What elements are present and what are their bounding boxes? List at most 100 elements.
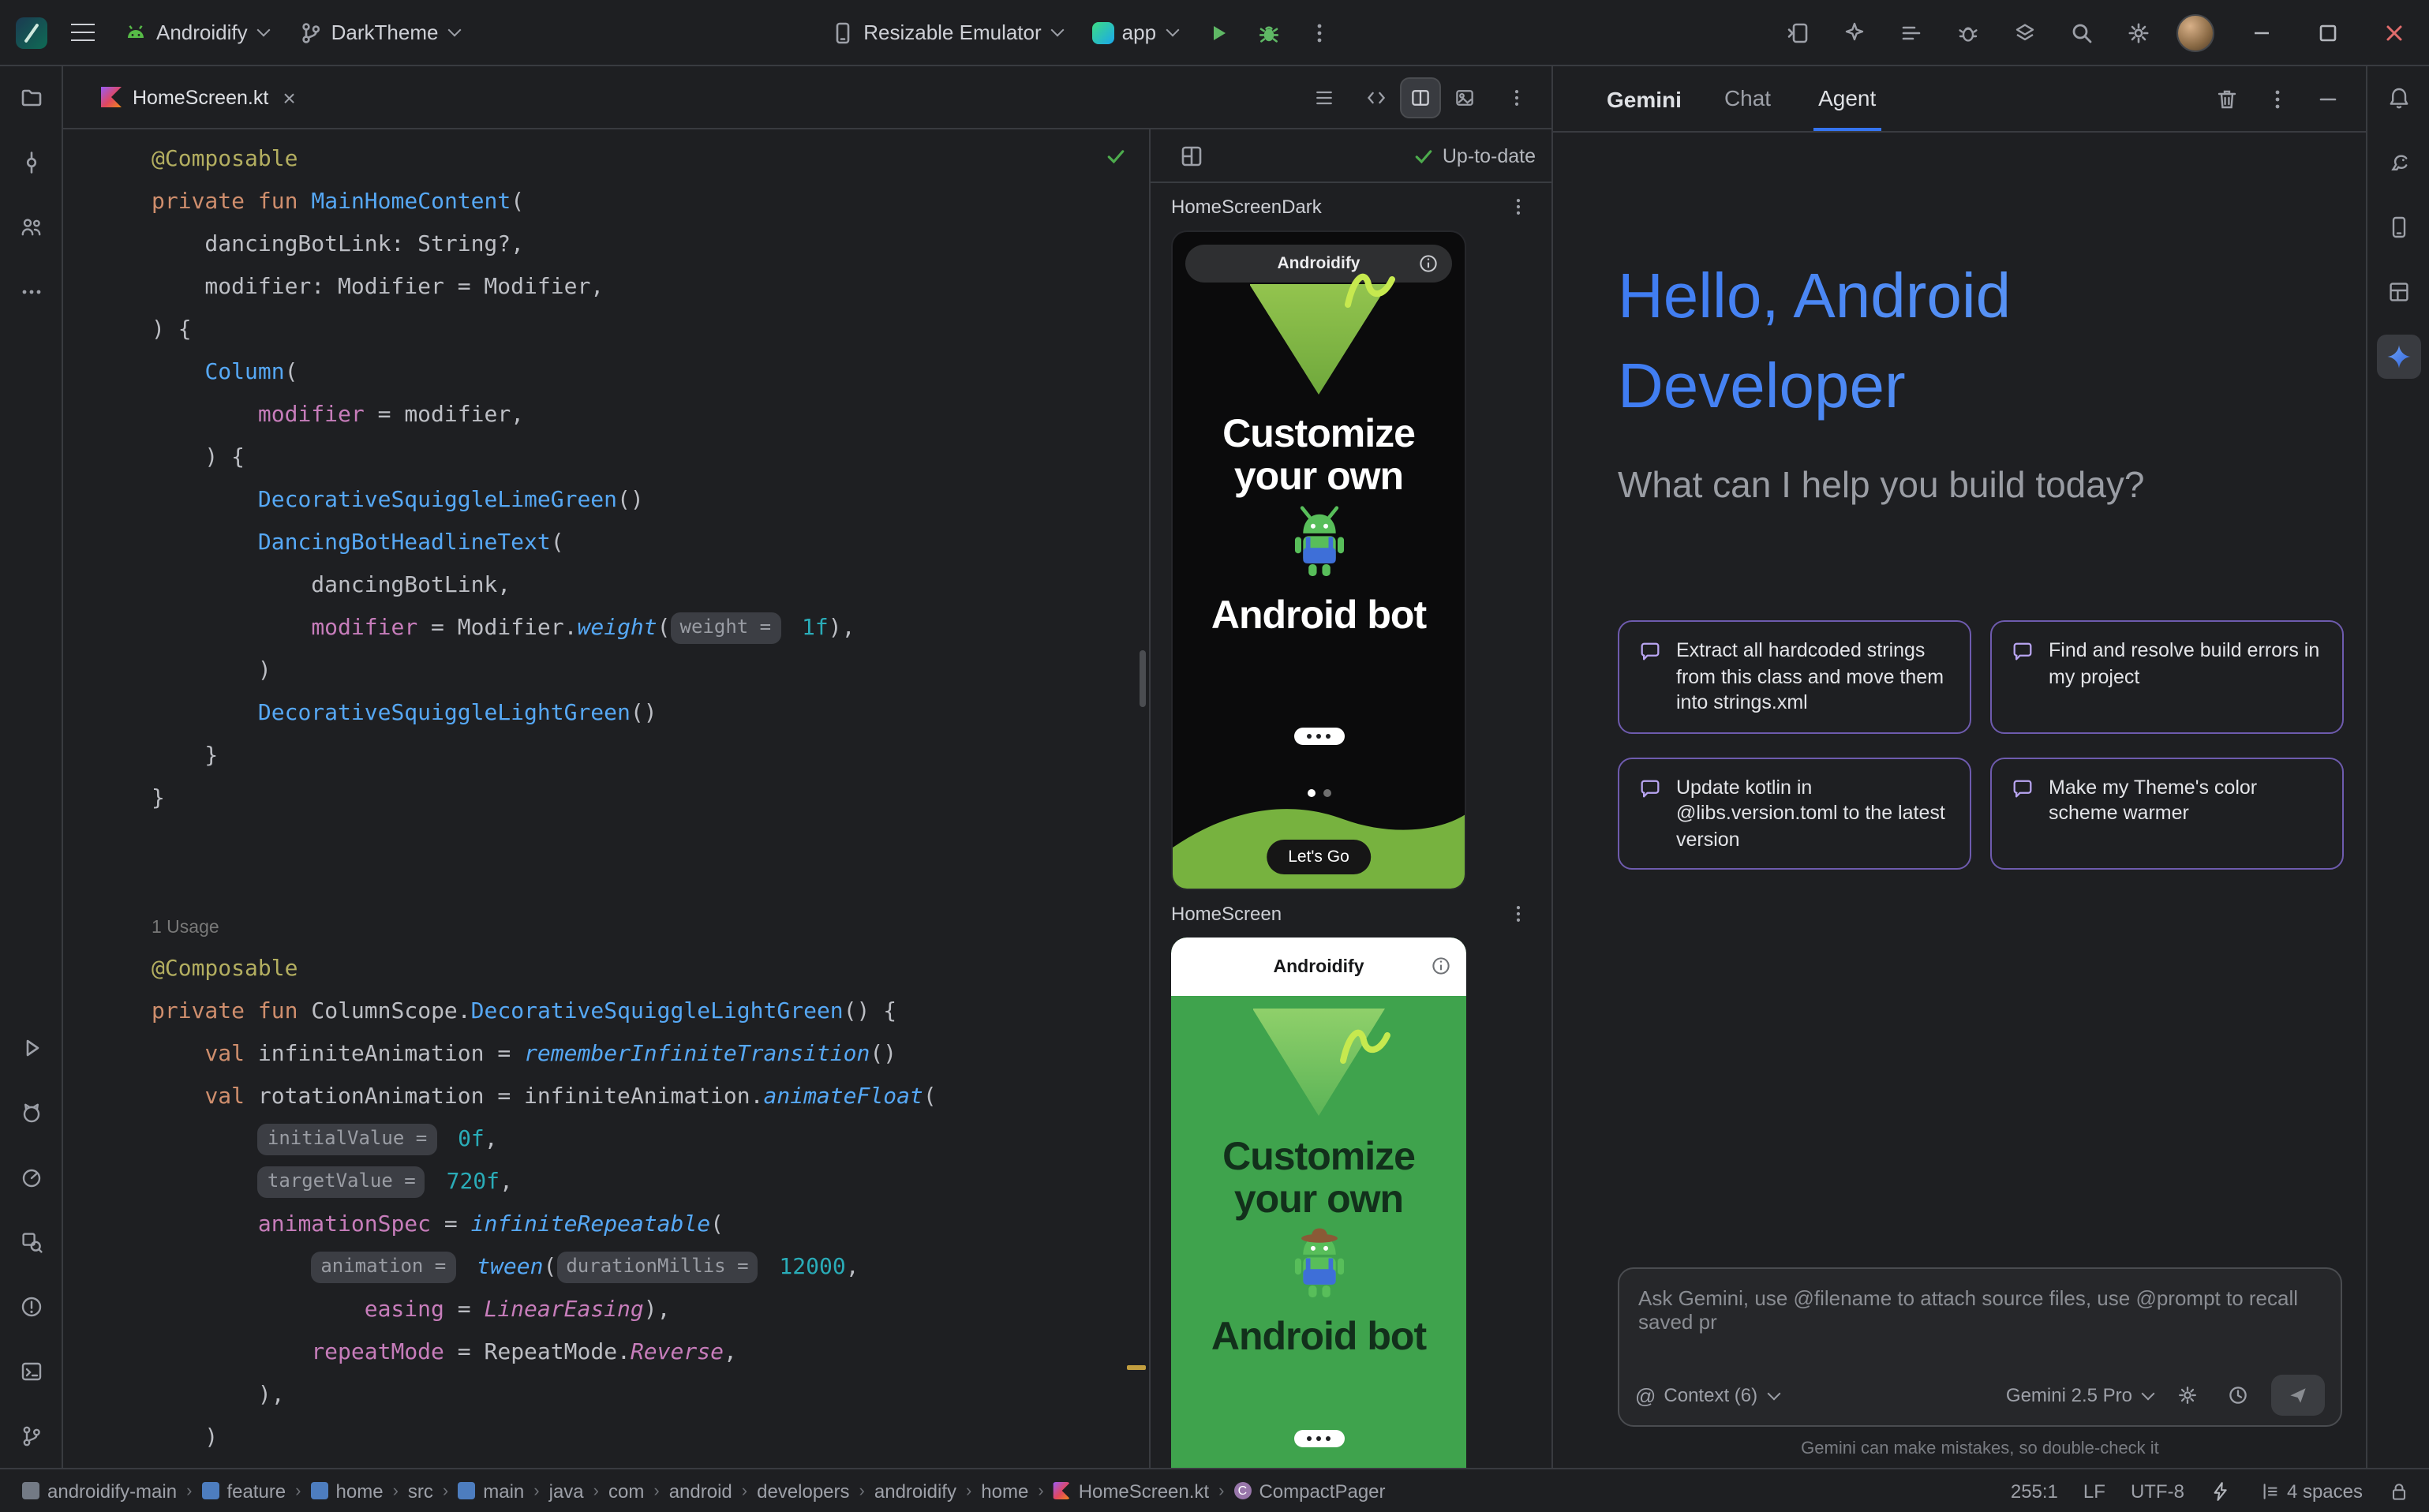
- code-line[interactable]: }: [152, 778, 1149, 821]
- code-line[interactable]: initialValue = 0f,: [152, 1119, 1149, 1162]
- breadcrumb-item[interactable]: android: [669, 1480, 732, 1502]
- app-inspection-tool-button[interactable]: [9, 1220, 53, 1264]
- more-tools-button[interactable]: [9, 270, 53, 314]
- lets-go-button[interactable]: Let's Go: [1266, 840, 1372, 874]
- logcat-tool-button[interactable]: [9, 1091, 53, 1135]
- editor-tab-homescreen[interactable]: HomeScreen.kt ×: [88, 66, 309, 128]
- code-line[interactable]: ),: [152, 1375, 1149, 1417]
- window-maximize-button[interactable]: [2306, 10, 2350, 54]
- breadcrumb-item[interactable]: androidify: [874, 1480, 956, 1502]
- code-line[interactable]: 1 Usage: [152, 906, 1149, 949]
- preview-menu-button[interactable]: [1501, 896, 1536, 931]
- breadcrumb-item[interactable]: feature: [201, 1480, 286, 1502]
- gradle-tool-button[interactable]: [2376, 140, 2420, 185]
- code-editor[interactable]: @Composableprivate fun MainHomeContent( …: [63, 129, 1149, 1468]
- code-line[interactable]: ) {: [152, 309, 1149, 352]
- tab-chat[interactable]: Chat: [1720, 66, 1776, 131]
- breadcrumb-item[interactable]: main: [458, 1480, 524, 1502]
- gemini-input-box[interactable]: @ Context (6) Gemini 2.5 Pro: [1618, 1267, 2342, 1427]
- layout-inspector-tool-button[interactable]: [2376, 270, 2420, 314]
- vcs-branch-selector[interactable]: DarkTheme: [287, 13, 472, 51]
- breadcrumb-item[interactable]: home: [311, 1480, 384, 1502]
- file-structure-button[interactable]: [1302, 75, 1346, 119]
- code-line[interactable]: DecorativeSquiggleLimeGreen(): [152, 480, 1149, 522]
- tab-close-icon[interactable]: ×: [283, 86, 295, 108]
- preview-homescreen[interactable]: Androidify Customizeyour own: [1171, 938, 1466, 1468]
- run-config-selector[interactable]: app: [1081, 14, 1189, 51]
- readonly-toggle[interactable]: [2388, 1480, 2410, 1502]
- history-button[interactable]: [2221, 1378, 2255, 1413]
- code-line[interactable]: [152, 821, 1149, 863]
- breadcrumb-item[interactable]: home: [981, 1480, 1028, 1502]
- breadcrumb-item[interactable]: java: [549, 1480, 584, 1502]
- breadcrumb-item[interactable]: HomeScreen.kt: [1054, 1480, 1209, 1502]
- editor-scrollbar[interactable]: [1140, 650, 1146, 707]
- suggestion-card-theme-warmer[interactable]: Make my Theme's color scheme warmer: [1990, 757, 2344, 870]
- code-line[interactable]: ) {: [152, 437, 1149, 480]
- run-tool-button[interactable]: [9, 1026, 53, 1070]
- project-tool-button[interactable]: [9, 76, 53, 120]
- gemini-prompt-input[interactable]: [1629, 1275, 2331, 1375]
- line-separator[interactable]: LF: [2083, 1480, 2105, 1502]
- device-manager-tool-button[interactable]: [2376, 205, 2420, 249]
- inspections-passed-icon[interactable]: [1105, 145, 1127, 175]
- task-list-button[interactable]: [1889, 10, 1933, 54]
- preview-layout-button[interactable]: [1170, 133, 1214, 178]
- split-view-button[interactable]: [1400, 77, 1441, 118]
- problems-tool-button[interactable]: [9, 1285, 53, 1329]
- caret-position[interactable]: 255:1: [2011, 1480, 2058, 1502]
- profile-avatar[interactable]: [2173, 10, 2218, 54]
- layers-button[interactable]: [2003, 10, 2047, 54]
- clear-chat-button[interactable]: [2205, 77, 2249, 121]
- window-close-button[interactable]: [2372, 10, 2416, 54]
- run-button[interactable]: [1196, 10, 1240, 54]
- hide-panel-button[interactable]: [2306, 77, 2350, 121]
- code-line[interactable]: easing = LinearEasing),: [152, 1289, 1149, 1332]
- project-selector[interactable]: Androidify: [112, 13, 281, 51]
- preview-menu-button[interactable]: [1501, 189, 1536, 224]
- debug-button[interactable]: [1246, 10, 1290, 54]
- settings-button[interactable]: [2116, 10, 2161, 54]
- code-line[interactable]: [152, 863, 1149, 906]
- code-line[interactable]: }: [152, 735, 1149, 778]
- search-everywhere-button[interactable]: [2060, 10, 2104, 54]
- code-line[interactable]: modifier: Modifier = Modifier,: [152, 267, 1149, 309]
- preview-scroll-area[interactable]: HomeScreenDark Androidify Customizeyour …: [1151, 183, 1551, 1468]
- power-mode-indicator[interactable]: [2210, 1480, 2232, 1502]
- gemini-settings-button[interactable]: [2170, 1378, 2205, 1413]
- bug-report-button[interactable]: [1946, 10, 1990, 54]
- breadcrumb-item[interactable]: src: [408, 1480, 433, 1502]
- profiler-tool-button[interactable]: [9, 1155, 53, 1199]
- suggestion-card-update-kotlin[interactable]: Update kotlin in @libs.version.toml to t…: [1618, 757, 1971, 870]
- model-selector[interactable]: Gemini 2.5 Pro: [2006, 1384, 2154, 1406]
- code-line[interactable]: Column(: [152, 352, 1149, 395]
- breadcrumb-item[interactable]: developers: [757, 1480, 849, 1502]
- device-streaming-button[interactable]: [1776, 10, 1820, 54]
- file-encoding[interactable]: UTF-8: [2131, 1480, 2184, 1502]
- code-line[interactable]: val rotationAnimation = infiniteAnimatio…: [152, 1076, 1149, 1119]
- more-run-actions-button[interactable]: [1297, 10, 1341, 54]
- editor-more-button[interactable]: [1495, 75, 1539, 119]
- code-line[interactable]: targetValue = 720f,: [152, 1162, 1149, 1204]
- code-line[interactable]: @Composable: [152, 949, 1149, 991]
- gemini-assist-button[interactable]: [1832, 10, 1877, 54]
- code-line[interactable]: private fun MainHomeContent(: [152, 182, 1149, 224]
- terminal-tool-button[interactable]: [9, 1349, 53, 1394]
- suggestion-card-build-errors[interactable]: Find and resolve build errors in my proj…: [1990, 620, 2344, 733]
- code-line[interactable]: @Composable: [152, 139, 1149, 182]
- code-line[interactable]: ): [152, 650, 1149, 693]
- device-selector[interactable]: Resizable Emulator: [819, 13, 1074, 51]
- code-line[interactable]: ): [152, 1417, 1149, 1460]
- pull-requests-tool-button[interactable]: [9, 205, 53, 249]
- suggestion-card-extract-strings[interactable]: Extract all hardcoded strings from this …: [1618, 620, 1971, 733]
- code-line[interactable]: modifier = Modifier.weight(weight = 1f),: [152, 608, 1149, 650]
- breadcrumb-item[interactable]: androidify-main: [22, 1480, 177, 1502]
- breadcrumb-item[interactable]: com: [608, 1480, 644, 1502]
- code-line[interactable]: val infiniteAnimation = rememberInfinite…: [152, 1034, 1149, 1076]
- notifications-tool-button[interactable]: [2376, 76, 2420, 120]
- send-button[interactable]: [2271, 1375, 2325, 1416]
- indent-setting[interactable]: 4 spaces: [2257, 1480, 2363, 1502]
- gemini-menu-button[interactable]: [2255, 77, 2300, 121]
- design-view-button[interactable]: [1444, 77, 1485, 118]
- context-selector[interactable]: @ Context (6): [1635, 1383, 1780, 1407]
